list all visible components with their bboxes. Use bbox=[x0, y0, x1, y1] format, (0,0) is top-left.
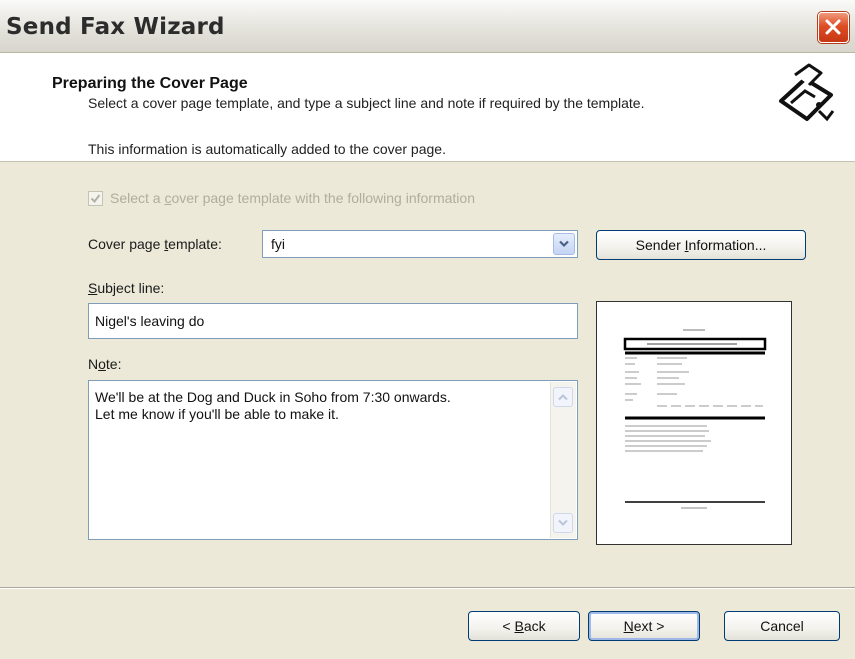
subject-line-value: Nigel's leaving do bbox=[95, 313, 205, 329]
note-textarea[interactable]: We'll be at the Dog and Duck in Soho fro… bbox=[88, 380, 578, 540]
subject-line-input[interactable]: Nigel's leaving do bbox=[88, 303, 578, 339]
close-icon bbox=[825, 19, 841, 35]
close-button[interactable] bbox=[818, 12, 849, 43]
scroll-up-button[interactable] bbox=[553, 387, 573, 407]
window-title: Send Fax Wizard bbox=[6, 14, 225, 40]
chevron-down-icon bbox=[559, 240, 569, 248]
footer-divider bbox=[0, 587, 855, 589]
fax-machine-icon bbox=[775, 61, 837, 127]
note-value: We'll be at the Dog and Duck in Soho fro… bbox=[95, 389, 451, 422]
cover-page-preview bbox=[596, 301, 792, 545]
scroll-down-arrow-icon bbox=[558, 519, 568, 526]
dropdown-button[interactable] bbox=[553, 233, 575, 255]
use-cover-page-checkbox[interactable] bbox=[88, 191, 103, 206]
scroll-down-button[interactable] bbox=[553, 513, 573, 533]
checkmark-icon bbox=[90, 194, 101, 204]
cancel-button[interactable]: Cancel bbox=[724, 611, 840, 641]
note-label: Note: bbox=[88, 356, 122, 372]
page-description-line2: This information is automatically added … bbox=[88, 141, 446, 157]
next-button[interactable]: Next > bbox=[588, 611, 700, 641]
subject-line-label: Subject line: bbox=[88, 280, 165, 296]
page-description: Select a cover page template, and type a… bbox=[88, 95, 645, 111]
cover-template-dropdown[interactable]: fyi bbox=[262, 230, 578, 258]
cover-template-label: Cover page template: bbox=[88, 236, 222, 252]
page-title: Preparing the Cover Page bbox=[52, 75, 248, 92]
sender-information-button[interactable]: Sender Information... bbox=[596, 230, 806, 260]
use-cover-page-label: Select a cover page template with the fo… bbox=[110, 190, 475, 206]
cover-template-value: fyi bbox=[271, 236, 285, 252]
send-fax-wizard-window: Send Fax Wizard Preparing the Cover Page… bbox=[0, 0, 855, 659]
title-bar[interactable]: Send Fax Wizard bbox=[0, 0, 855, 53]
back-button[interactable]: < Back bbox=[468, 611, 580, 641]
cover-page-thumbnail bbox=[597, 302, 791, 544]
note-vertical-scrollbar[interactable] bbox=[550, 382, 576, 538]
wizard-header: Preparing the Cover Page Select a cover … bbox=[0, 53, 855, 162]
scroll-up-arrow-icon bbox=[558, 394, 568, 401]
